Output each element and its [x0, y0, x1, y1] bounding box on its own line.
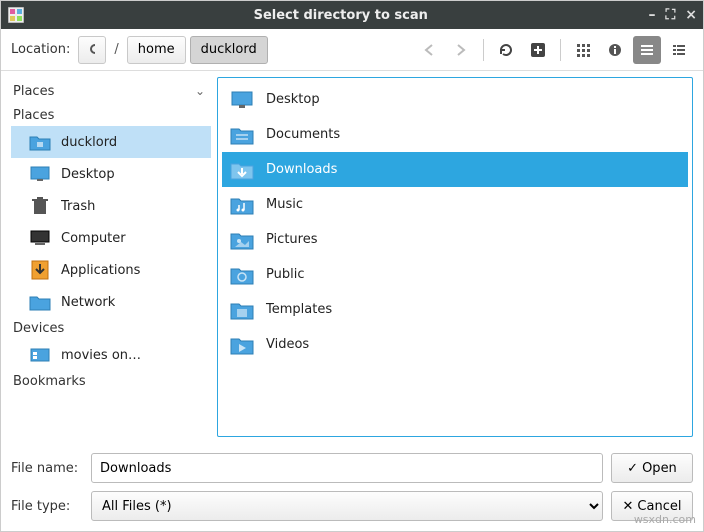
sidebar-item-applications[interactable]: Applications	[11, 254, 211, 286]
network-folder-icon	[29, 291, 51, 313]
filename-input[interactable]	[91, 453, 603, 483]
section-places-label: Places	[11, 105, 211, 126]
info-button[interactable]	[601, 36, 629, 64]
folder-desktop[interactable]: Desktop	[222, 82, 688, 117]
compact-view-button[interactable]	[633, 36, 661, 64]
cancel-button[interactable]: ✕ Cancel	[611, 491, 693, 521]
filetype-label: File type:	[11, 499, 83, 514]
app-icon	[7, 6, 25, 24]
folder-public[interactable]: Public	[222, 257, 688, 292]
folder-music[interactable]: Music	[222, 187, 688, 222]
footer: File name: ✓ Open File type: All Files (…	[1, 447, 703, 531]
sidebar-item-trash[interactable]: Trash	[11, 190, 211, 222]
path-current-button[interactable]: ducklord	[190, 36, 268, 64]
arrow-right-icon	[454, 43, 468, 57]
detail-list-icon	[671, 42, 687, 58]
path-root-button[interactable]	[78, 36, 106, 64]
public-folder-icon	[230, 263, 254, 287]
sidebar-item-computer[interactable]: Computer	[11, 222, 211, 254]
open-button[interactable]: ✓ Open	[611, 453, 693, 483]
desktop-icon	[29, 163, 51, 185]
dialog-window: Select directory to scan – ⛶ × Location:…	[0, 0, 704, 532]
folder-videos[interactable]: Videos	[222, 327, 688, 362]
titlebar[interactable]: Select directory to scan – ⛶ ×	[1, 1, 703, 29]
grid-icon	[575, 42, 591, 58]
forward-button[interactable]	[447, 36, 475, 64]
back-button[interactable]	[415, 36, 443, 64]
section-devices-label: Devices	[11, 318, 211, 339]
info-icon	[607, 42, 623, 58]
list-icon	[639, 42, 655, 58]
sidebar-item-desktop[interactable]: Desktop	[11, 158, 211, 190]
places-sidebar: Places ⌄ Places ducklord Desktop Trash C…	[11, 77, 211, 437]
downloads-folder-icon	[230, 158, 254, 182]
folder-downloads[interactable]: Downloads	[222, 152, 688, 187]
filetype-select[interactable]: All Files (*)	[91, 491, 603, 521]
detail-view-button[interactable]	[665, 36, 693, 64]
check-icon: ✓	[627, 461, 638, 476]
music-folder-icon	[230, 193, 254, 217]
close-icon: ✕	[623, 499, 634, 514]
window-controls: – ⛶ ×	[648, 7, 697, 23]
search-icon	[89, 43, 95, 57]
disk-icon	[29, 344, 51, 366]
arrow-left-icon	[422, 43, 436, 57]
folder-pictures[interactable]: Pictures	[222, 222, 688, 257]
path-home-button[interactable]: home	[127, 36, 186, 64]
maximize-button[interactable]: ⛶	[665, 7, 675, 23]
new-folder-button[interactable]	[524, 36, 552, 64]
plus-square-icon	[530, 42, 546, 58]
section-bookmarks-label: Bookmarks	[11, 371, 211, 392]
trash-icon	[29, 195, 51, 217]
documents-folder-icon	[230, 123, 254, 147]
close-button[interactable]: ×	[685, 7, 697, 23]
location-label: Location:	[11, 42, 70, 57]
sidebar-item-ducklord[interactable]: ducklord	[11, 126, 211, 158]
filename-label: File name:	[11, 461, 83, 476]
window-title: Select directory to scan	[33, 8, 648, 23]
toolbar: Location: / home ducklord	[1, 29, 703, 71]
reload-button[interactable]	[492, 36, 520, 64]
pictures-folder-icon	[230, 228, 254, 252]
templates-folder-icon	[230, 298, 254, 322]
reload-icon	[498, 42, 514, 58]
folder-templates[interactable]: Templates	[222, 292, 688, 327]
minimize-button[interactable]: –	[648, 7, 655, 23]
chevron-down-icon: ⌄	[195, 84, 205, 98]
sidebar-item-movies[interactable]: movies on…	[11, 339, 211, 371]
path-separator: /	[114, 42, 118, 57]
videos-folder-icon	[230, 333, 254, 357]
folder-documents[interactable]: Documents	[222, 117, 688, 152]
download-icon	[29, 259, 51, 281]
sidebar-header[interactable]: Places ⌄	[11, 77, 211, 105]
home-folder-icon	[29, 131, 51, 153]
sidebar-item-network[interactable]: Network	[11, 286, 211, 318]
desktop-icon	[230, 88, 254, 112]
icon-view-button[interactable]	[569, 36, 597, 64]
file-list[interactable]: Desktop Documents Downloads Music Pictur…	[217, 77, 693, 437]
computer-icon	[29, 227, 51, 249]
